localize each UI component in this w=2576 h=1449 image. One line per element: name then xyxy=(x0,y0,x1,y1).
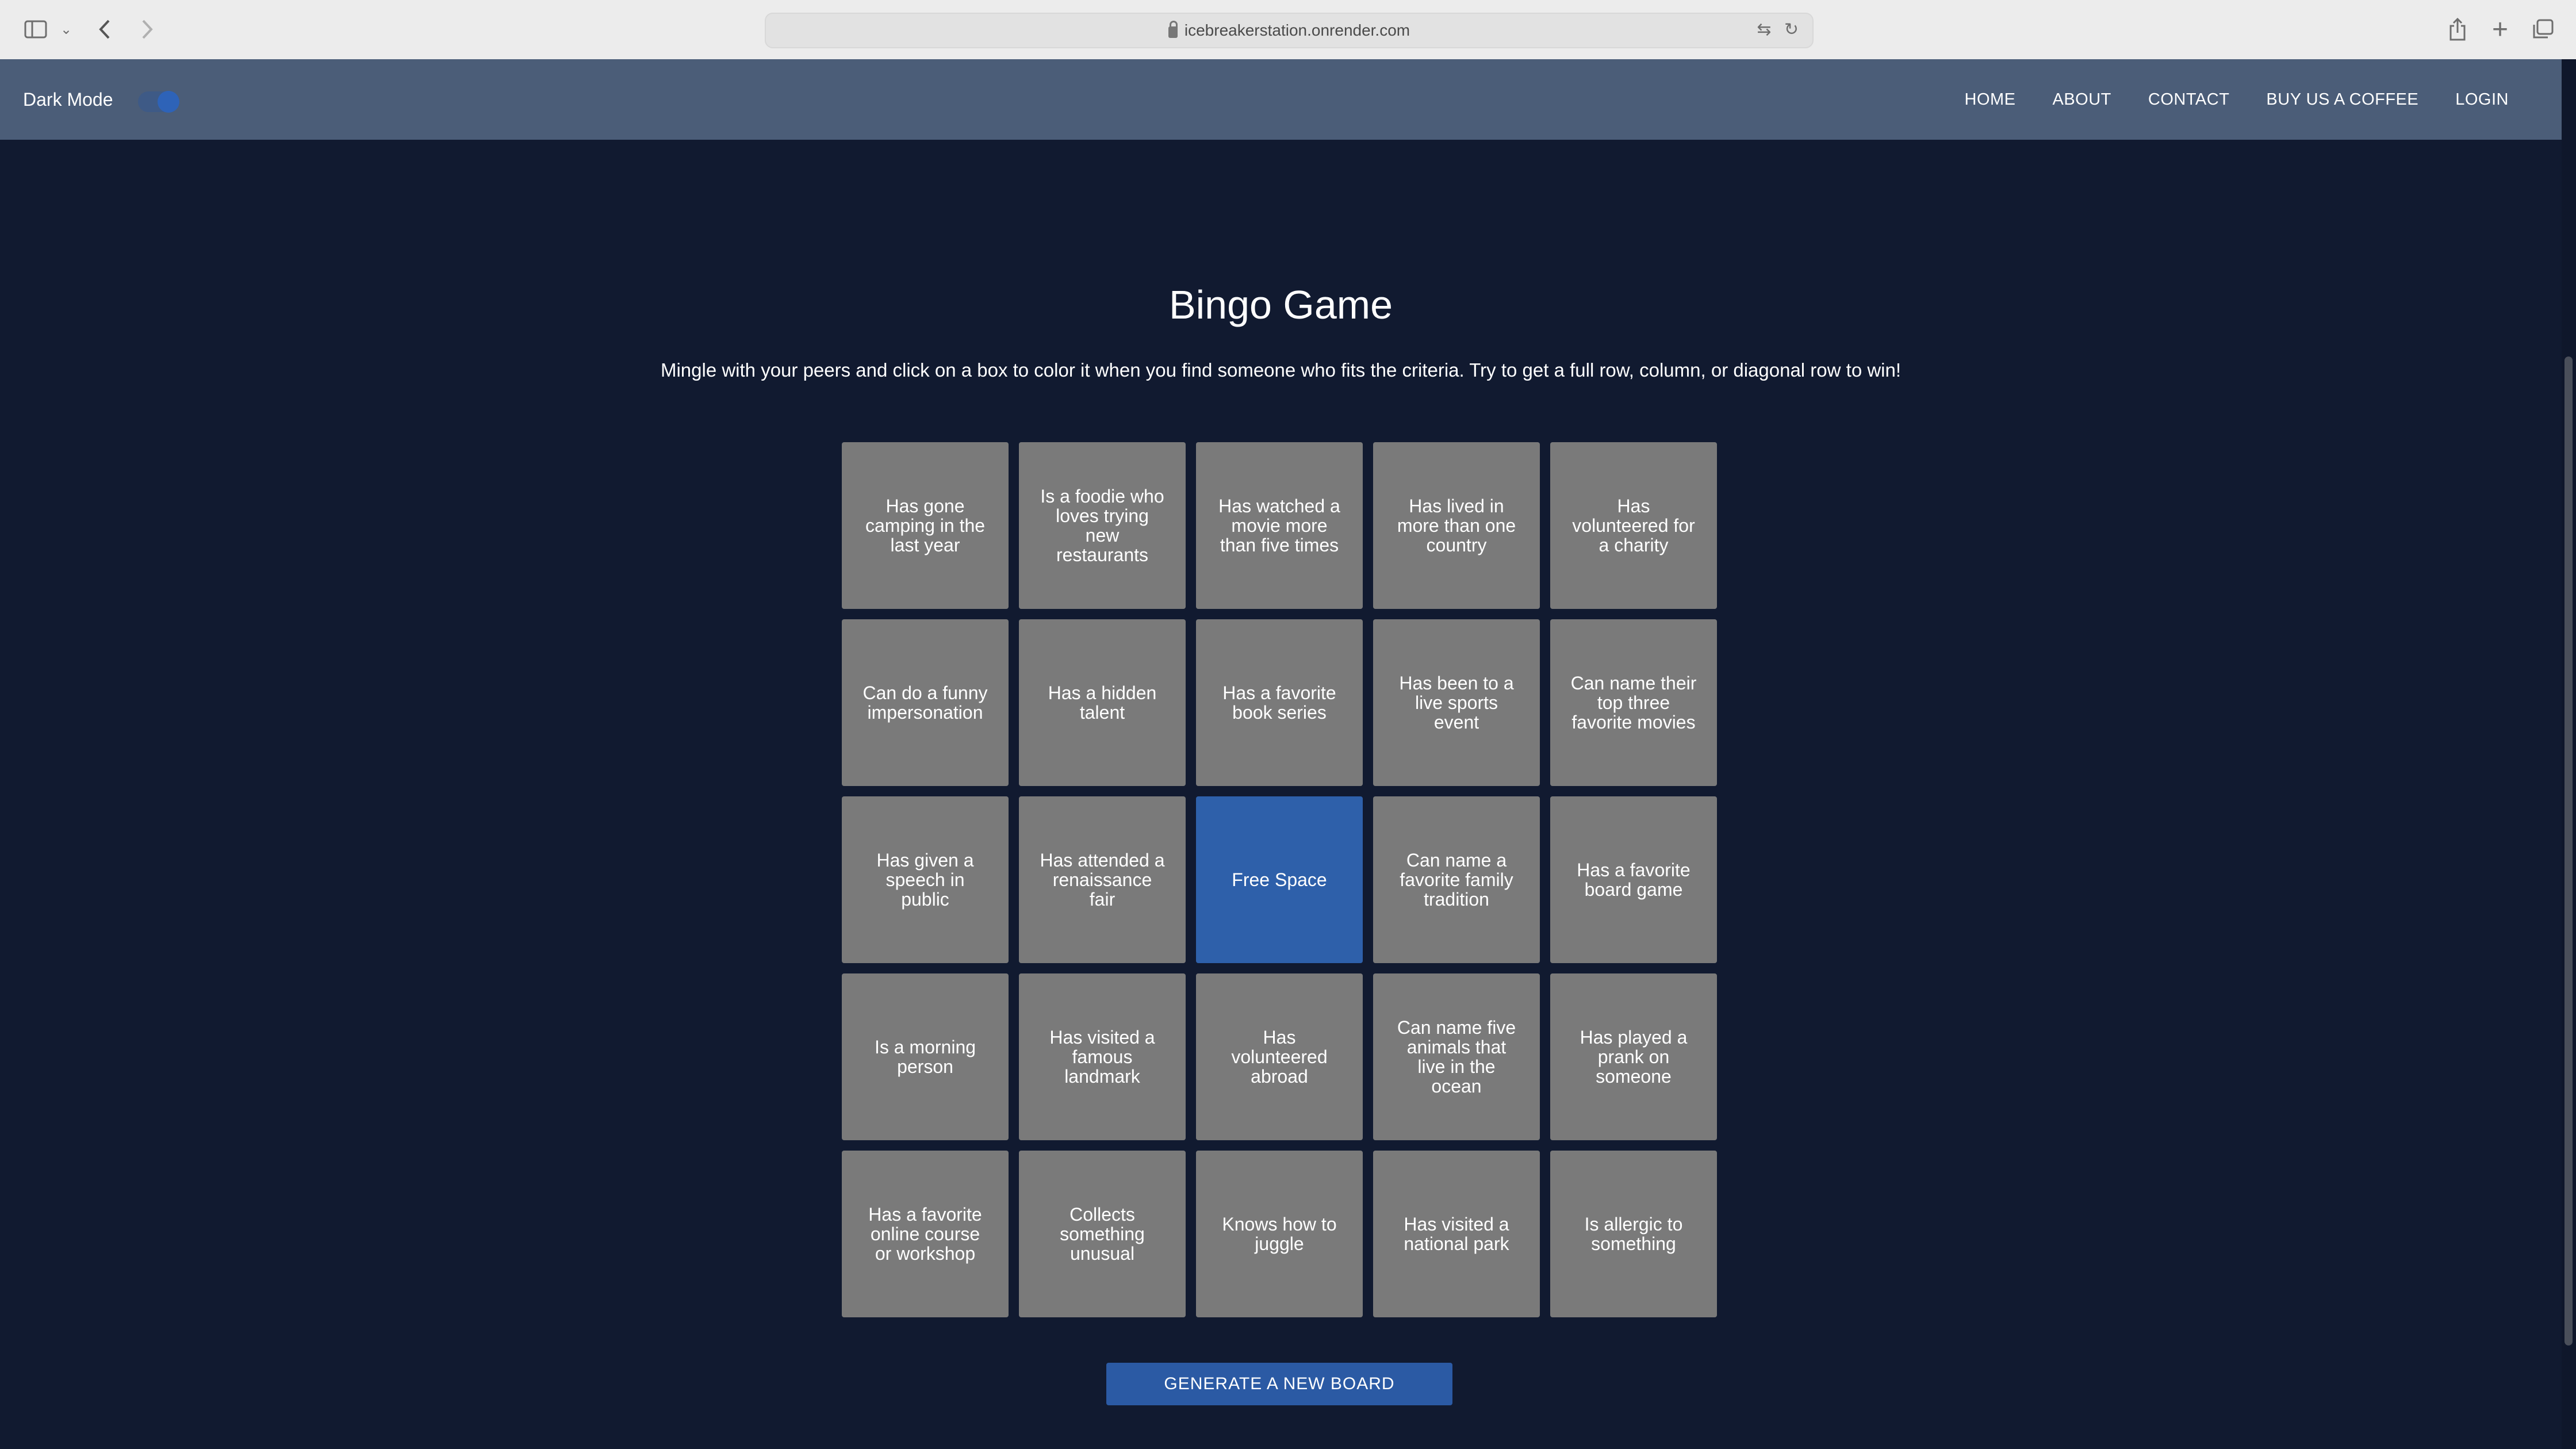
bingo-board: Has gone camping in the last year Is a f… xyxy=(842,442,1717,1317)
bingo-cell[interactable]: Is allergic to something xyxy=(1550,1151,1717,1317)
bingo-cell[interactable]: Has visited a national park xyxy=(1373,1151,1540,1317)
bingo-cell[interactable]: Has volunteered for a charity xyxy=(1550,442,1717,609)
nav-links: HOME ABOUT CONTACT BUY US A COFFEE LOGIN xyxy=(1928,59,2509,140)
bingo-cell[interactable]: Has gone camping in the last year xyxy=(842,442,1009,609)
address-bar[interactable]: icebreakerstation.onrender.com ⇆ ↻ xyxy=(765,13,1814,48)
bingo-cell[interactable]: Has been to a live sports event xyxy=(1373,619,1540,786)
bingo-cell[interactable]: Is a foodie who loves trying new restaur… xyxy=(1019,442,1186,609)
nav-login[interactable]: LOGIN xyxy=(2455,90,2509,109)
scrollbar-thumb[interactable] xyxy=(2564,356,2573,1346)
url-text: icebreakerstation.onrender.com xyxy=(1184,21,1410,39)
bingo-cell[interactable]: Has visited a famous landmark xyxy=(1019,973,1186,1140)
bingo-cell[interactable]: Knows how to juggle xyxy=(1196,1151,1363,1317)
share-icon[interactable] xyxy=(2445,16,2470,43)
bingo-cell[interactable]: Can name a favorite family tradition xyxy=(1373,796,1540,963)
bingo-cell[interactable]: Has watched a movie more than five times xyxy=(1196,442,1363,609)
tabs-overview-icon[interactable] xyxy=(2530,16,2555,43)
nav-about[interactable]: ABOUT xyxy=(2053,90,2111,109)
forward-icon[interactable] xyxy=(136,16,159,43)
dark-mode-toggle[interactable] xyxy=(138,91,179,113)
back-icon[interactable] xyxy=(93,16,116,43)
bingo-cell[interactable]: Has a favorite online course or workshop xyxy=(842,1151,1009,1317)
new-tab-icon[interactable]: + xyxy=(2487,14,2513,45)
bingo-cell[interactable]: Is a morning person xyxy=(842,973,1009,1140)
nav-buy-us-a-coffee[interactable]: BUY US A COFFEE xyxy=(2266,90,2418,109)
bingo-cell[interactable]: Collects something unusual xyxy=(1019,1151,1186,1317)
bingo-cell-free-space[interactable]: Free Space xyxy=(1196,796,1363,963)
page-title: Bingo Game xyxy=(1168,282,1393,327)
reload-icon[interactable]: ↻ xyxy=(1784,20,1799,39)
bingo-cell[interactable]: Can name five animals that live in the o… xyxy=(1373,973,1540,1140)
bingo-cell[interactable]: Has lived in more than one country xyxy=(1373,442,1540,609)
nav-contact[interactable]: CONTACT xyxy=(2148,90,2230,109)
translate-icon[interactable]: ⇆ xyxy=(1757,20,1771,39)
bingo-cell[interactable]: Has attended a renaissance fair xyxy=(1019,796,1186,963)
page-instructions: Mingle with your peers and click on a bo… xyxy=(660,359,1902,381)
bingo-cell[interactable]: Has volunteered abroad xyxy=(1196,973,1363,1140)
bingo-cell[interactable]: Has played a prank on someone xyxy=(1550,973,1717,1140)
bingo-cell[interactable]: Has a favorite board game xyxy=(1550,796,1717,963)
bingo-cell[interactable]: Can do a funny impersonation xyxy=(842,619,1009,786)
bingo-cell[interactable]: Has a favorite book series xyxy=(1196,619,1363,786)
chevron-down-icon[interactable]: ⌄ xyxy=(57,16,75,43)
browser-toolbar: ⌄ icebreakerstation.onrender.com ⇆ ↻ + xyxy=(0,0,2576,60)
generate-new-board-button[interactable]: GENERATE A NEW BOARD xyxy=(1106,1363,1452,1405)
bingo-cell[interactable]: Has a hidden talent xyxy=(1019,619,1186,786)
sidebar-icon[interactable] xyxy=(23,16,48,43)
bingo-cell[interactable]: Has given a speech in public xyxy=(842,796,1009,963)
bingo-cell[interactable]: Can name their top three favorite movies xyxy=(1550,619,1717,786)
dark-mode-label: Dark Mode xyxy=(23,89,113,110)
toggle-knob xyxy=(158,91,179,113)
lock-icon xyxy=(1168,21,1178,38)
navbar: Dark Mode HOME ABOUT CONTACT BUY US A CO… xyxy=(0,59,2562,140)
nav-home[interactable]: HOME xyxy=(1965,90,2016,109)
